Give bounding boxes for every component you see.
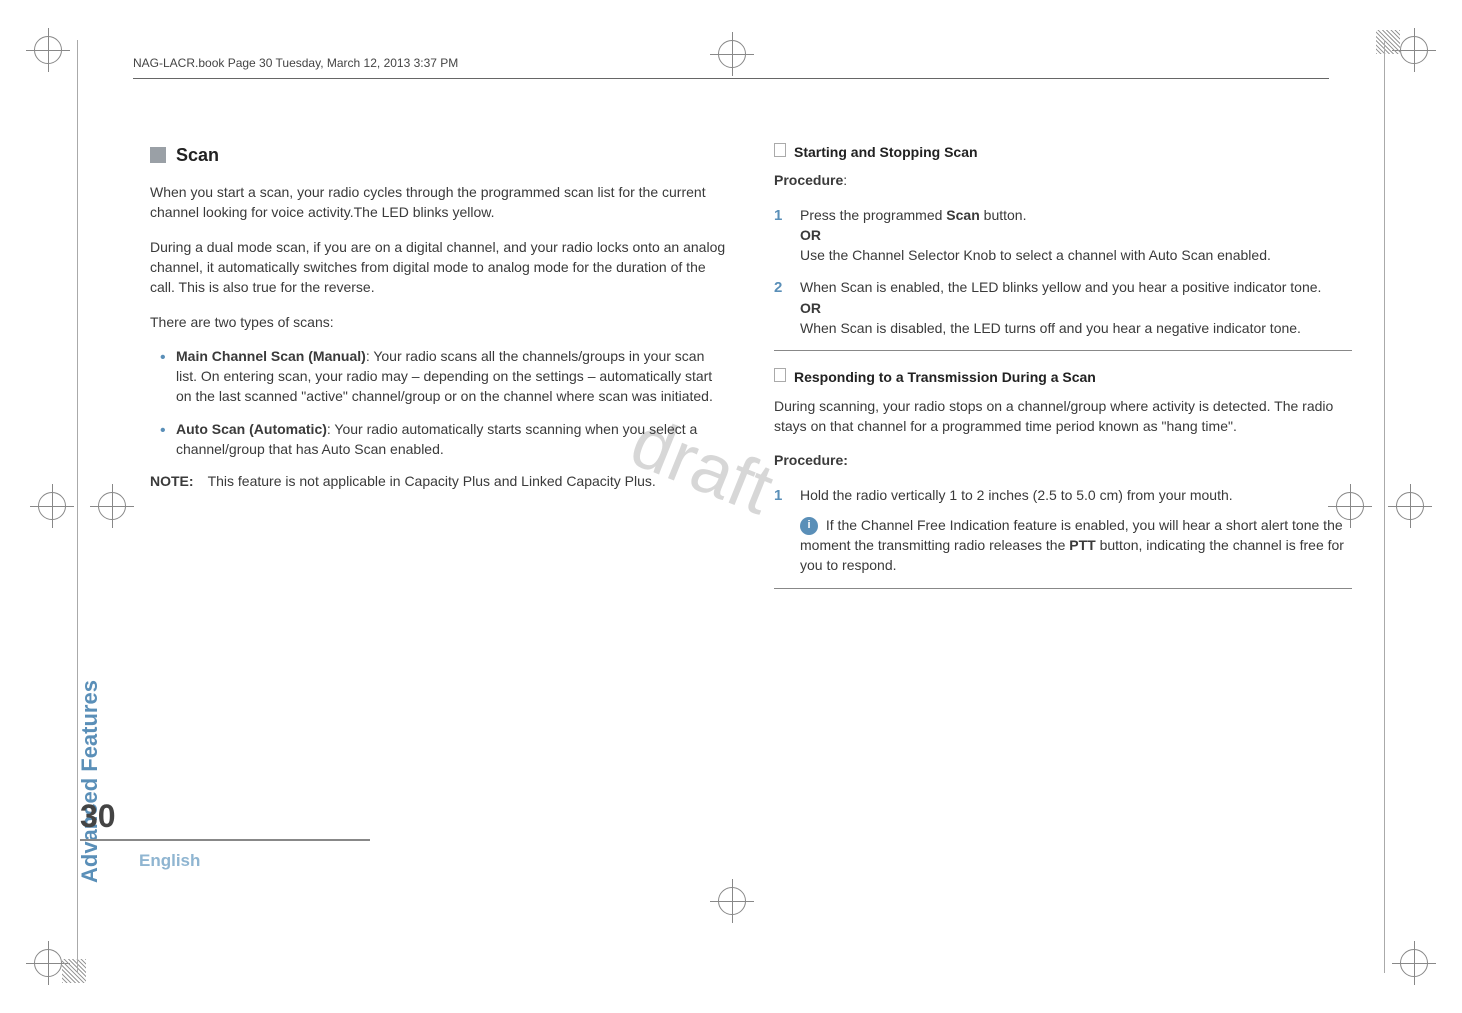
procedure-label-text: Procedure: <box>774 452 848 468</box>
hatch-mark-icon <box>62 959 86 983</box>
subsection-heading: Starting and Stopping Scan <box>774 142 1352 162</box>
registration-mark-icon <box>90 484 134 528</box>
step-text: Hold the radio vertically 1 to 2 inches … <box>800 487 1233 503</box>
step-item: 1 Hold the radio vertically 1 to 2 inche… <box>774 485 1352 576</box>
list-item: Main Channel Scan (Manual): Your radio s… <box>164 346 728 407</box>
colon: : <box>843 172 847 188</box>
registration-mark-icon <box>30 484 74 528</box>
divider <box>774 588 1352 589</box>
step-number: 1 <box>774 485 782 507</box>
section-heading: Scan <box>150 142 728 168</box>
page-number: 30 <box>80 798 116 835</box>
list-item: Auto Scan (Automatic): Your radio automa… <box>164 419 728 460</box>
list-item-term: Main Channel Scan (Manual) <box>176 348 366 364</box>
step-text: button. <box>980 207 1027 223</box>
language-label: English <box>139 851 200 871</box>
subsection-heading: Responding to a Transmission During a Sc… <box>774 367 1352 387</box>
note-text: This feature is not applicable in Capaci… <box>208 471 656 491</box>
step-text: Press the programmed <box>800 207 946 223</box>
hatch-mark-icon <box>1376 30 1400 54</box>
registration-mark-icon <box>710 32 754 76</box>
info-icon: i <box>800 517 818 535</box>
step-number: 1 <box>774 205 782 227</box>
page-icon <box>774 143 786 157</box>
bullet-list: Main Channel Scan (Manual): Your radio s… <box>150 346 728 459</box>
procedure-label-text: Procedure <box>774 172 843 188</box>
info-bold: PTT <box>1069 537 1095 553</box>
sidebar-section-label: Advanced Features <box>77 680 103 883</box>
header-rule <box>133 78 1329 79</box>
left-column: Scan When you start a scan, your radio c… <box>150 142 728 605</box>
step-item: 2 When Scan is enabled, the LED blinks y… <box>774 277 1352 338</box>
step-item: 1 Press the programmed Scan button. OR U… <box>774 205 1352 266</box>
main-content: Scan When you start a scan, your radio c… <box>150 142 1352 605</box>
note-block: NOTE: This feature is not applicable in … <box>150 471 728 491</box>
header-stamp: NAG-LACR.book Page 30 Tuesday, March 12,… <box>133 56 458 70</box>
divider <box>774 350 1352 351</box>
registration-mark-icon <box>26 28 70 72</box>
section-title: Scan <box>176 142 219 168</box>
subsection-title: Responding to a Transmission During a Sc… <box>794 367 1096 387</box>
paragraph: When you start a scan, your radio cycles… <box>150 182 728 223</box>
page-number-rule <box>80 839 370 841</box>
registration-mark-icon <box>1392 941 1436 985</box>
section-marker-icon <box>150 147 166 163</box>
page-icon <box>774 368 786 382</box>
step-text: Use the Channel Selector Knob to select … <box>800 247 1271 263</box>
paragraph: During a dual mode scan, if you are on a… <box>150 237 728 298</box>
note-label: NOTE: <box>150 471 194 491</box>
list-item-term: Auto Scan (Automatic) <box>176 421 327 437</box>
or-label: OR <box>800 227 821 243</box>
step-number: 2 <box>774 277 782 299</box>
step-text: When Scan is disabled, the LED turns off… <box>800 320 1301 336</box>
step-bold: Scan <box>946 207 979 223</box>
step-text: When Scan is enabled, the LED blinks yel… <box>800 279 1321 295</box>
frame-line <box>1384 40 1385 973</box>
registration-mark-icon <box>1388 484 1432 528</box>
or-label: OR <box>800 300 821 316</box>
subsection-title: Starting and Stopping Scan <box>794 142 978 162</box>
procedure-label: Procedure: <box>774 170 1352 190</box>
right-column: Starting and Stopping Scan Procedure: 1 … <box>774 142 1352 605</box>
registration-mark-icon <box>710 879 754 923</box>
paragraph: There are two types of scans: <box>150 312 728 332</box>
procedure-label: Procedure: <box>774 450 1352 470</box>
paragraph: During scanning, your radio stops on a c… <box>774 396 1352 437</box>
